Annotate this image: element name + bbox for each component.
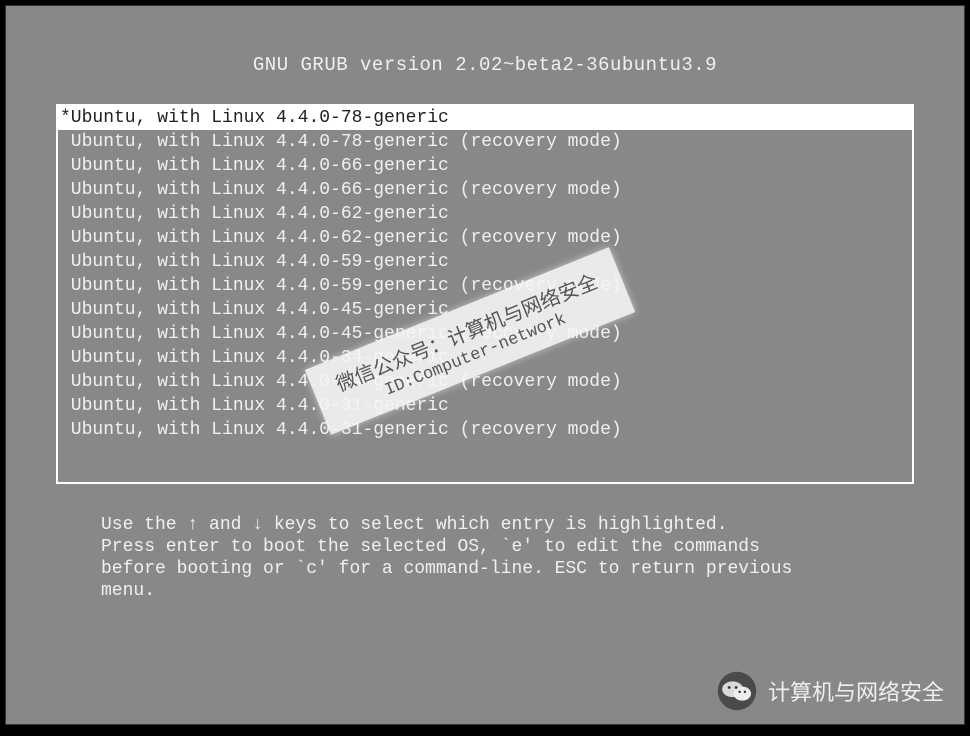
- grub-menu-item[interactable]: Ubuntu, with Linux 4.4.0-62-generic (rec…: [58, 226, 912, 250]
- footer-brand-text: 计算机与网络安全: [768, 675, 944, 707]
- grub-instructions: Use the ↑ and ↓ keys to select which ent…: [101, 514, 869, 602]
- grub-menu[interactable]: *Ubuntu, with Linux 4.4.0-78-generic Ubu…: [56, 104, 914, 484]
- grub-menu-item[interactable]: Ubuntu, with Linux 4.4.0-45-generic: [58, 298, 912, 322]
- footer-brand: 计算机与网络安全: [716, 670, 944, 712]
- grub-menu-item[interactable]: Ubuntu, with Linux 4.4.0-31-generic: [58, 394, 912, 418]
- grub-menu-item[interactable]: Ubuntu, with Linux 4.4.0-31-generic (rec…: [58, 418, 912, 442]
- grub-menu-item[interactable]: *Ubuntu, with Linux 4.4.0-78-generic: [58, 106, 912, 130]
- grub-menu-item[interactable]: Ubuntu, with Linux 4.4.0-62-generic: [58, 202, 912, 226]
- grub-menu-item[interactable]: Ubuntu, with Linux 4.4.0-78-generic (rec…: [58, 130, 912, 154]
- grub-menu-item[interactable]: Ubuntu, with Linux 4.4.0-66-generic (rec…: [58, 178, 912, 202]
- grub-menu-item[interactable]: Ubuntu, with Linux 4.4.0-34-generic (rec…: [58, 370, 912, 394]
- grub-title: GNU GRUB version 2.02~beta2-36ubuntu3.9: [253, 54, 717, 76]
- wechat-icon: [716, 670, 758, 712]
- grub-menu-item[interactable]: Ubuntu, with Linux 4.4.0-59-generic: [58, 250, 912, 274]
- grub-header: GNU GRUB version 2.02~beta2-36ubuntu3.9: [6, 6, 964, 104]
- grub-menu-item[interactable]: Ubuntu, with Linux 4.4.0-59-generic (rec…: [58, 274, 912, 298]
- grub-menu-item[interactable]: Ubuntu, with Linux 4.4.0-34-generic: [58, 346, 912, 370]
- grub-menu-item[interactable]: Ubuntu, with Linux 4.4.0-66-generic: [58, 154, 912, 178]
- grub-boot-screen: GNU GRUB version 2.02~beta2-36ubuntu3.9 …: [5, 5, 965, 725]
- grub-menu-item[interactable]: Ubuntu, with Linux 4.4.0-45-generic (rec…: [58, 322, 912, 346]
